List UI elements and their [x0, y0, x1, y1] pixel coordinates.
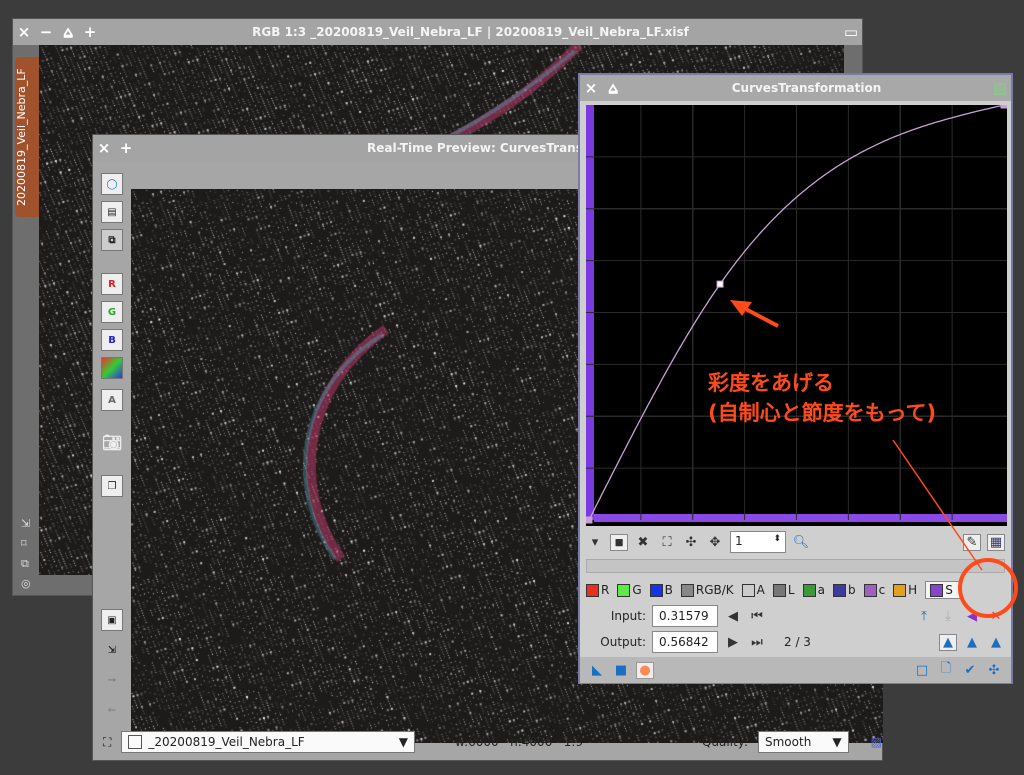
- arrowhead-icon: [730, 300, 752, 316]
- annotation-text: 彩度をあげる (自制心と節度をもって): [708, 368, 936, 428]
- highlight-circle: [958, 558, 1018, 618]
- annotation-line-1: 彩度をあげる: [708, 371, 834, 395]
- pointer-line: [892, 439, 983, 571]
- annotation-line-2: (自制心と節度をもって): [708, 401, 937, 425]
